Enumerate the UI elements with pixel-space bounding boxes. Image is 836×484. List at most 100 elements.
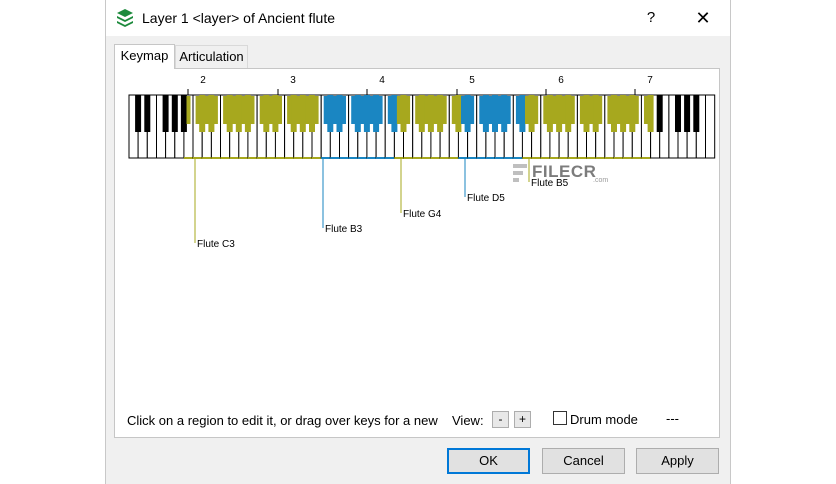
drum-mode-checkbox[interactable]	[553, 411, 567, 425]
region-label[interactable]: Flute C3	[197, 239, 235, 250]
black-key[interactable]	[427, 95, 434, 132]
white-key-region-mark	[570, 96, 575, 124]
black-key[interactable]	[244, 95, 251, 132]
tab-articulation[interactable]: Articulation	[175, 45, 248, 68]
black-key[interactable]	[373, 95, 380, 132]
white-key-region-mark	[543, 96, 548, 124]
black-key[interactable]	[647, 95, 654, 132]
extra-indicator: ---	[666, 411, 679, 426]
octave-label: 4	[379, 75, 385, 86]
black-key[interactable]	[611, 95, 617, 132]
black-key[interactable]	[620, 95, 627, 132]
black-key[interactable]	[583, 95, 590, 132]
white-key-region-mark	[534, 96, 539, 124]
black-key[interactable]	[391, 95, 398, 132]
black-key[interactable]	[135, 95, 142, 132]
white-key-region-mark	[406, 96, 411, 124]
black-key[interactable]	[363, 95, 370, 132]
black-key[interactable]	[418, 95, 425, 132]
white-key-region-mark	[351, 96, 356, 124]
black-key[interactable]	[400, 95, 407, 132]
close-button[interactable]: ✕	[686, 6, 720, 30]
white-key-region-mark	[186, 96, 191, 124]
help-button[interactable]: ?	[636, 6, 666, 30]
white-key-region-mark	[305, 96, 310, 124]
black-key[interactable]	[180, 95, 187, 132]
octave-label: 5	[469, 75, 475, 86]
black-key[interactable]	[519, 95, 526, 132]
white-key-region-mark	[488, 96, 493, 124]
black-key[interactable]	[556, 95, 563, 132]
octave-label: 3	[290, 75, 296, 86]
black-key[interactable]	[629, 95, 636, 132]
white-key-region-mark	[204, 96, 209, 124]
octave-label: 7	[647, 75, 653, 86]
white-key-region-mark	[589, 96, 594, 124]
black-key[interactable]	[336, 95, 343, 132]
white-key-region-mark	[223, 96, 228, 124]
black-key[interactable]	[226, 95, 233, 132]
ok-button[interactable]: OK	[447, 448, 530, 474]
black-key[interactable]	[263, 95, 270, 132]
black-key[interactable]	[290, 95, 297, 132]
black-key[interactable]	[656, 95, 663, 132]
black-key[interactable]	[162, 95, 169, 132]
black-key[interactable]	[482, 95, 489, 132]
black-key[interactable]	[492, 95, 498, 132]
white-key-region-mark	[268, 96, 273, 124]
black-key[interactable]	[501, 95, 508, 132]
zoom-in-button[interactable]: +	[514, 411, 531, 428]
black-key[interactable]	[235, 95, 242, 132]
black-key[interactable]	[354, 95, 361, 132]
black-key[interactable]	[464, 95, 471, 132]
white-key-region-mark	[515, 96, 520, 124]
white-key-region-mark	[250, 96, 255, 124]
white-key-region-mark	[479, 96, 484, 124]
black-key[interactable]	[327, 95, 334, 132]
white-key-region-mark	[442, 96, 447, 124]
white-key-region-mark	[461, 96, 465, 124]
layers-icon	[117, 9, 133, 27]
zoom-out-button[interactable]: -	[492, 411, 509, 428]
white-key-region-mark	[451, 96, 456, 124]
black-key[interactable]	[144, 95, 151, 132]
black-key[interactable]	[299, 95, 306, 132]
black-key[interactable]	[565, 95, 572, 132]
watermark-text: FILECR	[532, 162, 597, 181]
white-key-region-mark	[433, 96, 438, 124]
black-key[interactable]	[309, 95, 315, 132]
tab-keymap[interactable]: Keymap	[114, 44, 175, 69]
white-key-region-mark	[314, 96, 319, 124]
black-key[interactable]	[693, 95, 700, 132]
black-key[interactable]	[592, 95, 599, 132]
white-key[interactable]	[705, 94, 716, 159]
region-label[interactable]: Flute G4	[403, 209, 442, 220]
black-key[interactable]	[528, 95, 535, 132]
watermark-suffix: .com	[593, 177, 609, 184]
white-key-region-mark	[552, 96, 557, 124]
white-key-region-mark	[396, 96, 401, 124]
cancel-button[interactable]: Cancel	[542, 448, 625, 474]
black-key[interactable]	[675, 95, 681, 132]
white-key-region-mark	[296, 96, 301, 124]
keymap-view[interactable]: 2 3 4 5 6 7Flute C3Flute B3Flute G4Flute D5Fl…	[115, 69, 719, 399]
black-key[interactable]	[455, 95, 462, 132]
white-key-region-mark	[616, 96, 621, 124]
region-label[interactable]: Flute D5	[467, 193, 505, 204]
white-key-region-mark	[470, 96, 475, 124]
drum-mode-label[interactable]: Drum mode	[570, 412, 638, 427]
black-key[interactable]	[171, 95, 178, 132]
black-key[interactable]	[208, 95, 215, 132]
black-key[interactable]	[684, 95, 691, 132]
white-key-region-mark	[497, 96, 502, 124]
white-key-region-mark	[644, 96, 648, 124]
apply-button[interactable]: Apply	[636, 448, 719, 474]
status-hint: Click on a region to edit it, or drag ov…	[127, 413, 438, 428]
white-key-region-mark	[634, 96, 639, 124]
black-key[interactable]	[437, 95, 444, 132]
white-key-region-mark	[213, 96, 218, 124]
black-key[interactable]	[546, 95, 553, 132]
black-key[interactable]	[272, 95, 279, 132]
black-key[interactable]	[199, 95, 206, 132]
region-label[interactable]: Flute B3	[325, 224, 363, 235]
